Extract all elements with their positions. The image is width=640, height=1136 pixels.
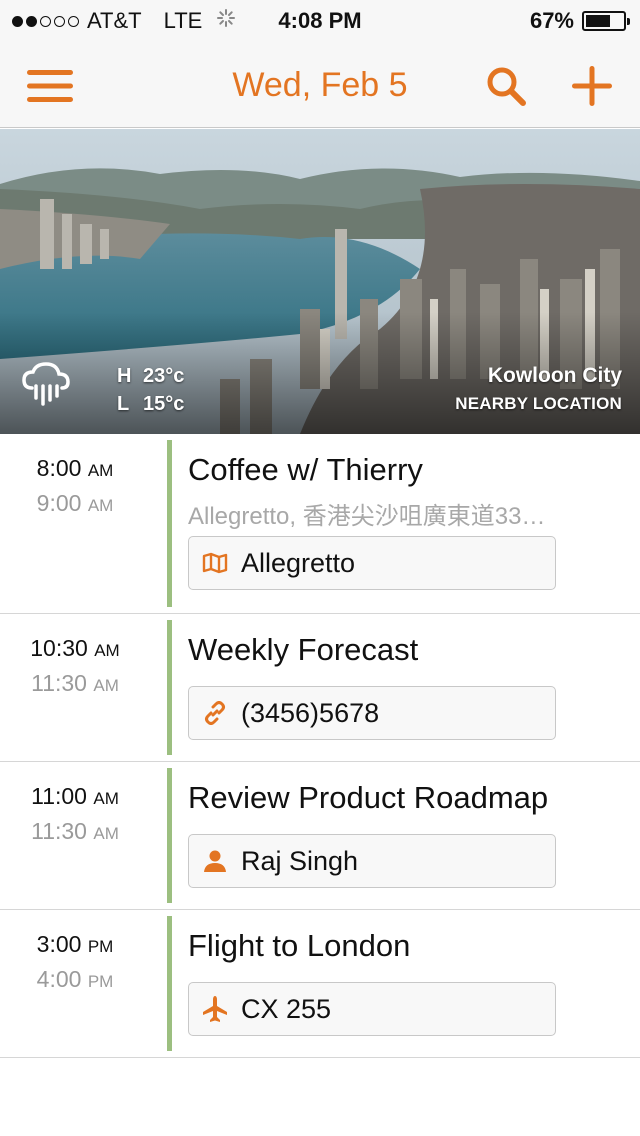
event-location-text: Allegretto, 香港尖沙咀廣東道33… [188,503,546,530]
location-info[interactable]: Kowloon City NEARBY LOCATION [455,362,622,418]
nav-bar: Wed, Feb 5 [0,40,640,128]
search-icon[interactable] [482,64,530,108]
page-title[interactable]: Wed, Feb 5 [0,66,640,105]
event-title: Weekly Forecast [188,632,419,667]
event-item[interactable]: 11:00 AM 11:30 AM Review Product Roadmap… [0,762,640,910]
chip-label: CX 255 [241,993,332,1024]
person-icon [189,849,241,873]
chip-label: Allegretto [241,547,356,578]
event-title: Flight to London [188,928,411,963]
event-title: Coffee w/ Thierry [188,452,423,487]
event-times: 10:30 AM 11:30 AM [0,632,150,702]
event-color-bar [167,620,172,755]
link-icon [189,701,241,725]
low-temp: 15°c [143,393,185,415]
event-title: Review Product Roadmap [188,780,549,815]
low-label: L [117,393,130,415]
event-end-time: 11:30 AM [31,670,119,696]
low-temp-row: L 15°c [117,390,184,418]
high-temp: 23°c [143,365,185,387]
event-link-chip[interactable]: (3456)5678 [188,686,556,740]
event-list: 8:00 AM 9:00 AM Coffee w/ Thierry Allegr… [0,434,640,1058]
event-end-time: 4:00 PM [36,966,114,992]
event-start-time: 11:00 AM [31,783,119,809]
event-start-time: 8:00 AM [36,455,114,481]
event-location-chip[interactable]: Allegretto [188,536,556,590]
temperature-range: H 23°c L 15°c [117,362,184,418]
map-icon [189,552,241,574]
event-times: 3:00 PM 4:00 PM [0,928,150,998]
event-end-time: 11:30 AM [31,818,119,844]
event-attendee-chip[interactable]: Raj Singh [188,834,556,888]
rain-cloud-icon [22,362,70,413]
event-item[interactable]: 10:30 AM 11:30 AM Weekly Forecast (3456)… [0,614,640,762]
battery-percent: 67% [529,8,574,33]
event-times: 11:00 AM 11:30 AM [0,780,150,850]
status-right: 67% [529,8,630,34]
event-item[interactable]: 8:00 AM 9:00 AM Coffee w/ Thierry Allegr… [0,434,640,614]
event-start-time: 3:00 PM [36,931,114,957]
plus-icon[interactable] [568,64,616,108]
event-times: 8:00 AM 9:00 AM [0,452,150,522]
battery-icon [582,11,630,31]
high-temp-row: H 23°c [117,362,184,390]
airplane-icon [189,995,241,1023]
hero-city-photo: H 23°c L 15°c Kowloon City NEARBY LOCATION [0,129,640,434]
chip-label: (3456)5678 [241,697,380,728]
event-item[interactable]: 3:00 PM 4:00 PM Flight to London CX 255 [0,910,640,1058]
location-subtitle: NEARBY LOCATION [455,394,622,413]
event-color-bar [167,916,172,1051]
event-color-bar [167,440,172,607]
event-start-time: 10:30 AM [30,635,120,661]
high-label: H [117,365,132,387]
event-color-bar [167,768,172,903]
location-name: Kowloon City [487,364,622,387]
status-bar: AT&T LTE 4:08 PM 67% [0,0,640,40]
event-end-time: 9:00 AM [36,490,114,516]
chip-label: Raj Singh [241,845,359,876]
event-flight-chip[interactable]: CX 255 [188,982,556,1036]
